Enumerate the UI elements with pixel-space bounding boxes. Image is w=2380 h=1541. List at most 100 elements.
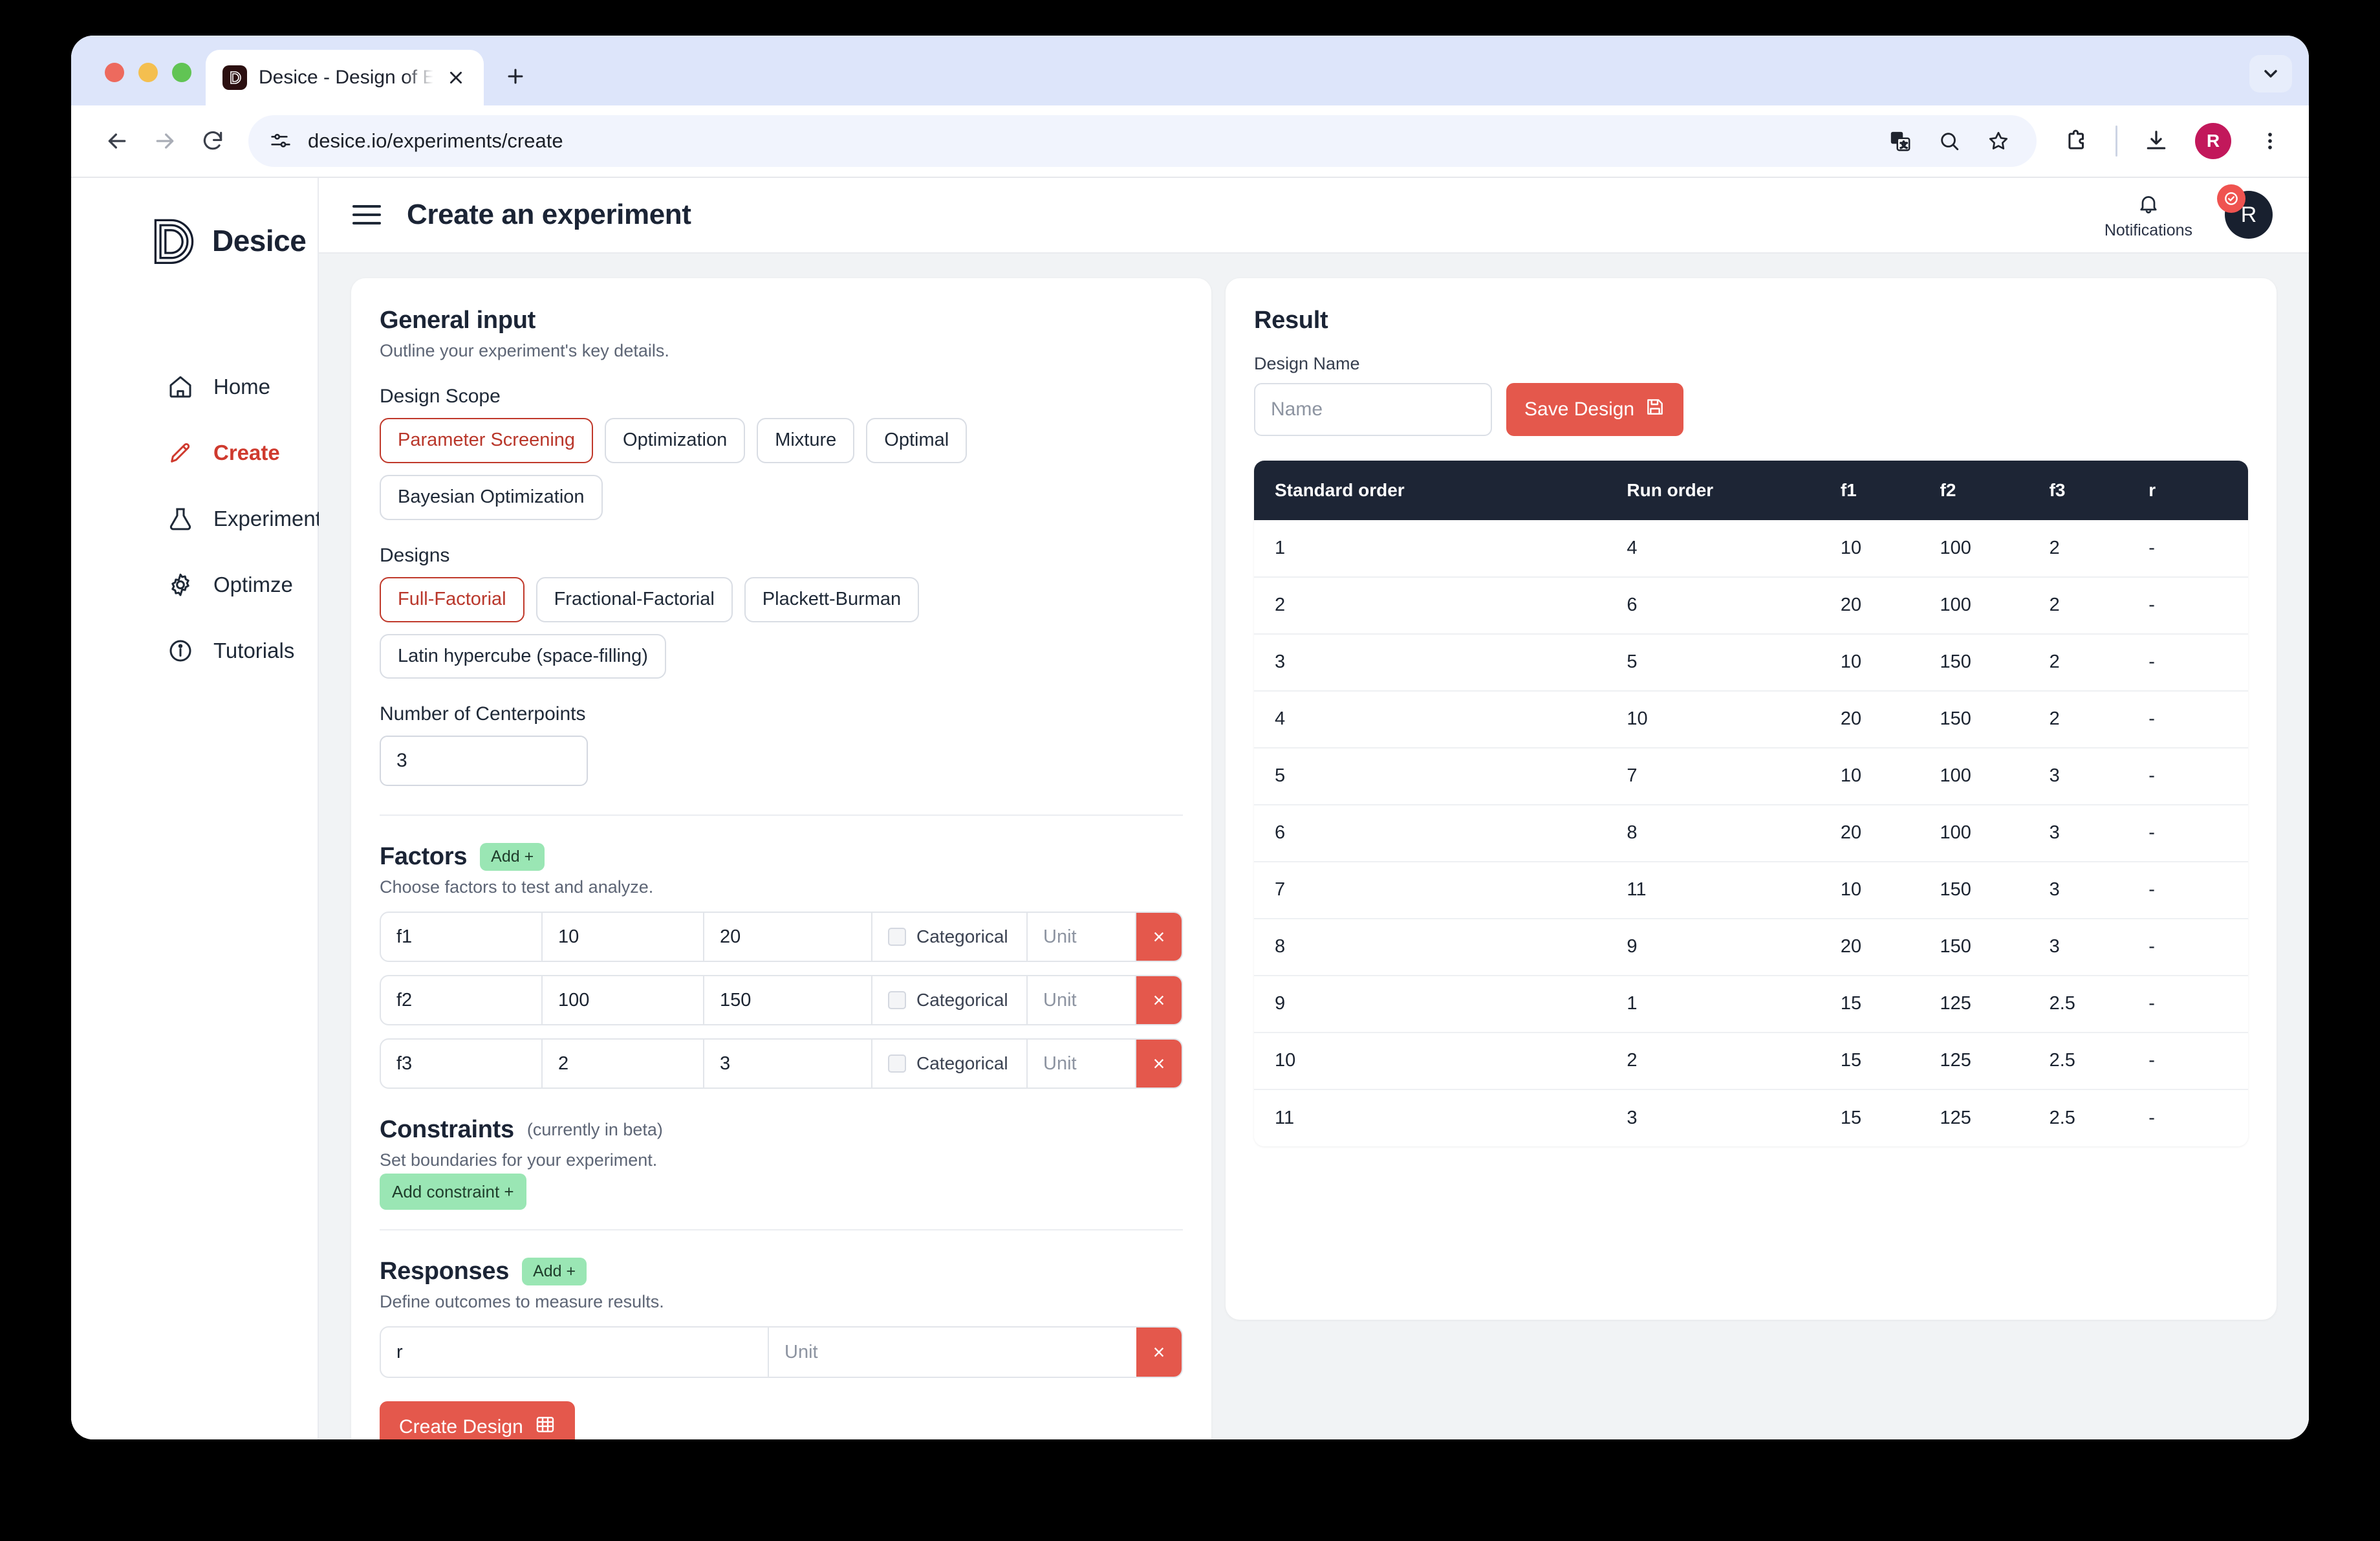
checkbox-icon[interactable] [888, 928, 906, 946]
checkbox-icon[interactable] [888, 991, 906, 1010]
centerpoints-label: Number of Centerpoints [380, 703, 586, 725]
factor-categorical-toggle[interactable]: Categorical [872, 1040, 1028, 1088]
download-icon[interactable] [2139, 124, 2173, 158]
cell-f3: 2.5 [2049, 1031, 2149, 1089]
designs-option-latin-hypercube[interactable]: Latin hypercube (space-filling) [380, 633, 666, 679]
factor-low-input[interactable]: 10 [543, 913, 704, 961]
add-response-button[interactable]: Add + [522, 1258, 587, 1286]
sidebar: Desice Home Create Experiments Optimze T… [71, 178, 332, 1439]
factor-unit-input[interactable]: Unit [1028, 913, 1136, 961]
column-header-f1: f1 [1840, 460, 1940, 520]
table-header-row: Standard order Run order f1 f2 f3 r [1254, 460, 2248, 520]
factor-unit-input[interactable]: Unit [1028, 976, 1136, 1025]
factor-categorical-toggle[interactable]: Categorical [872, 913, 1028, 961]
extensions-icon[interactable] [2060, 124, 2093, 158]
cell-standard-order: 10 [1254, 1031, 1627, 1089]
design-name-input[interactable]: Name [1254, 382, 1492, 436]
design-scope-option-optimization[interactable]: Optimization [605, 417, 746, 463]
forward-arrow-icon[interactable] [141, 117, 189, 165]
reload-icon[interactable] [189, 117, 237, 165]
home-icon [167, 373, 194, 400]
designs-option-fractional-factorial[interactable]: Fractional-Factorial [536, 576, 733, 622]
sidebar-item-tutorials[interactable]: Tutorials [71, 618, 318, 684]
cell-r: - [2148, 917, 2248, 976]
responses-subtitle: Define outcomes to measure results. [380, 1292, 664, 1312]
response-name-input[interactable]: r [381, 1328, 769, 1377]
notifications-button[interactable]: Notifications [2104, 190, 2192, 240]
factor-categorical-toggle[interactable]: Categorical [872, 976, 1028, 1025]
factor-low-input[interactable]: 2 [543, 1040, 704, 1088]
cell-run-order: 4 [1627, 519, 1841, 577]
cell-f3: 2.5 [2049, 1088, 2149, 1146]
factor-unit-input[interactable]: Unit [1028, 1040, 1136, 1088]
delete-response-button[interactable]: × [1136, 1328, 1182, 1377]
window-traffic-lights [91, 63, 206, 105]
factors-header: Factors Add + [380, 843, 1183, 871]
sidebar-item-home[interactable]: Home [71, 354, 318, 420]
factor-name-input[interactable]: f1 [381, 913, 543, 961]
add-constraint-button[interactable]: Add constraint + [380, 1174, 526, 1210]
maximize-window-button[interactable] [172, 63, 191, 82]
close-window-button[interactable] [105, 63, 124, 82]
centerpoints-input[interactable]: 3 [380, 736, 588, 787]
info-icon [167, 637, 194, 664]
constraints-beta-note: (currently in beta) [526, 1120, 663, 1140]
brand[interactable]: Desice [71, 205, 318, 276]
save-design-label: Save Design [1524, 398, 1635, 420]
menu-toggle-icon[interactable] [352, 200, 382, 230]
result-title: Result [1254, 306, 1328, 334]
cell-f1: 20 [1840, 576, 1940, 634]
three-dot-menu-icon[interactable] [2253, 124, 2287, 158]
factor-name-input[interactable]: f3 [381, 1040, 543, 1088]
star-icon[interactable] [1984, 126, 2013, 156]
sidebar-item-label: Create [213, 441, 280, 464]
checkbox-icon[interactable] [888, 1055, 906, 1073]
cell-f3: 2 [2049, 633, 2149, 691]
chevron-down-icon[interactable] [2249, 55, 2292, 93]
factor-name-input[interactable]: f2 [381, 976, 543, 1025]
response-unit-input[interactable]: Unit [769, 1328, 1136, 1377]
responses-header: Responses Add + [380, 1258, 1183, 1286]
cell-r: - [2148, 576, 2248, 634]
back-arrow-icon[interactable] [93, 117, 141, 165]
zoom-out-icon[interactable] [1934, 126, 1964, 156]
delete-factor-button[interactable]: × [1136, 913, 1182, 961]
minimize-window-button[interactable] [138, 63, 158, 82]
responses-rows: r Unit × [380, 1326, 1183, 1379]
new-tab-button[interactable] [495, 56, 536, 96]
factor-high-input[interactable]: 3 [704, 1040, 872, 1088]
design-scope-option-bayesian-optimization[interactable]: Bayesian Optimization [380, 474, 603, 520]
cell-r: - [2148, 690, 2248, 748]
browser-tab[interactable]: Desice - Design of Experiments [206, 50, 484, 105]
designs-options: Full-Factorial Fractional-Factorial Plac… [380, 576, 1183, 679]
cell-f3: 2 [2049, 576, 2149, 634]
design-scope-option-parameter-screening[interactable]: Parameter Screening [380, 417, 594, 463]
close-icon[interactable] [445, 67, 467, 89]
address-bar[interactable]: desice.io/experiments/create G 文 [248, 115, 2037, 167]
translate-icon[interactable]: G 文 [1885, 126, 1915, 156]
designs-option-full-factorial[interactable]: Full-Factorial [380, 576, 525, 622]
sidebar-item-create[interactable]: Create [71, 420, 318, 486]
factor-low-input[interactable]: 100 [543, 976, 704, 1025]
factor-high-input[interactable]: 20 [704, 913, 872, 961]
sidebar-item-experiments[interactable]: Experiments [71, 486, 332, 552]
factors-rows: f1 10 20 Categorical Unit × f2 100 150 C… [380, 912, 1183, 1089]
designs-option-plackett-burman[interactable]: Plackett-Burman [744, 576, 920, 622]
factor-high-input[interactable]: 150 [704, 976, 872, 1025]
delete-factor-button[interactable]: × [1136, 976, 1182, 1025]
design-scope-option-optimal[interactable]: Optimal [866, 417, 968, 463]
factor-row: f1 10 20 Categorical Unit × [380, 912, 1183, 963]
add-factor-button[interactable]: Add + [480, 843, 545, 871]
cell-f2: 125 [1940, 1088, 2050, 1146]
user-avatar[interactable]: R [2217, 184, 2273, 239]
profile-avatar[interactable]: R [2195, 123, 2231, 159]
cell-f3: 3 [2049, 860, 2149, 919]
design-scope-option-mixture[interactable]: Mixture [757, 417, 855, 463]
cell-standard-order: 3 [1254, 633, 1627, 691]
create-design-button[interactable]: Create Design [380, 1401, 575, 1439]
tune-icon[interactable] [268, 128, 294, 154]
save-design-button[interactable]: Save Design [1506, 382, 1684, 436]
sidebar-item-optimize[interactable]: Optimze [71, 552, 318, 618]
delete-factor-button[interactable]: × [1136, 1040, 1182, 1088]
cell-f1: 15 [1840, 1031, 1940, 1089]
